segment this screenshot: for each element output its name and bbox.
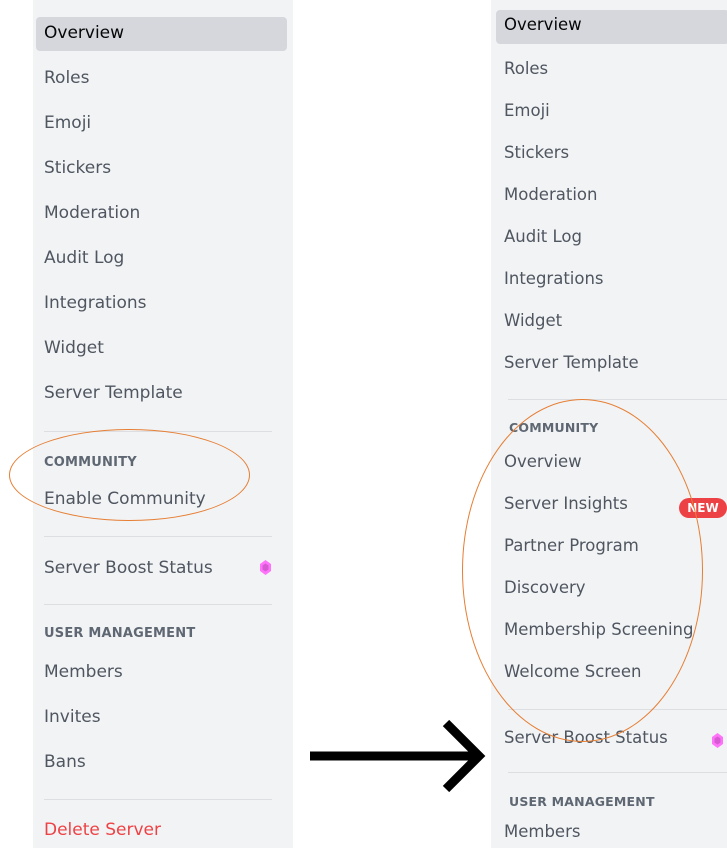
sidebar-item-integrations[interactable]: Integrations [36,287,287,321]
sidebar-item-roles[interactable]: Roles [36,62,287,96]
section-divider [44,431,272,432]
sidebar-item-invites[interactable]: Invites [36,701,287,735]
sidebar-item-server-boost-status[interactable]: Server Boost Status [36,552,287,586]
sidebar-item-label: Server Insights [504,494,628,513]
sidebar-item-discovery[interactable]: Discovery [496,573,727,607]
sidebar-item-members[interactable]: Members [496,817,727,848]
sidebar-item-enable-community[interactable]: Enable Community [36,483,287,517]
boost-gem-icon [260,560,271,575]
sidebar-item-moderation[interactable]: Moderation [496,180,727,214]
user-management-section-header: USER MANAGEMENT [509,794,655,809]
section-divider [44,604,272,605]
sidebar-item-audit-log[interactable]: Audit Log [36,242,287,276]
user-management-section-header: USER MANAGEMENT [44,626,196,641]
sidebar-item-widget[interactable]: Widget [36,332,287,366]
sidebar-item-integrations[interactable]: Integrations [496,264,727,298]
sidebar-item-overview[interactable]: Overview [496,10,727,44]
sidebar-item-stickers[interactable]: Stickers [36,152,287,186]
boost-gem-icon [712,733,723,748]
sidebar-item-welcome-screen[interactable]: Welcome Screen [496,657,727,691]
new-badge: NEW [679,498,727,518]
sidebar-item-moderation[interactable]: Moderation [36,197,287,231]
sidebar-item-roles[interactable]: Roles [496,54,727,88]
sidebar-item-stickers[interactable]: Stickers [496,138,727,172]
section-divider [44,536,272,537]
sidebar-item-audit-log[interactable]: Audit Log [496,222,727,256]
sidebar-item-label: Server Boost Status [504,728,668,747]
sidebar-item-members[interactable]: Members [36,656,287,690]
sidebar-item-bans[interactable]: Bans [36,746,287,780]
delete-server-button[interactable]: Delete Server [36,814,287,848]
sidebar-item-community-overview[interactable]: Overview [496,447,727,481]
sidebar-item-server-template[interactable]: Server Template [36,377,287,411]
section-divider [508,772,727,773]
settings-sidebar-after: Overview Roles Emoji Stickers Moderation… [491,0,727,848]
sidebar-item-emoji[interactable]: Emoji [36,107,287,141]
section-divider [508,399,727,400]
sidebar-item-server-template[interactable]: Server Template [496,348,727,382]
sidebar-item-emoji[interactable]: Emoji [496,96,727,130]
sidebar-item-widget[interactable]: Widget [496,306,727,340]
settings-sidebar-before: Overview Roles Emoji Stickers Moderation… [33,0,293,848]
sidebar-item-server-boost-status[interactable]: Server Boost Status [496,723,727,757]
community-section-header: COMMUNITY [509,420,599,435]
sidebar-item-label: Server Boost Status [44,558,213,578]
sidebar-item-overview[interactable]: Overview [36,17,287,51]
section-divider [44,799,272,800]
sidebar-item-partner-program[interactable]: Partner Program [496,531,727,565]
community-section-header: COMMUNITY [44,455,137,470]
sidebar-item-membership-screening[interactable]: Membership Screening [496,615,727,649]
section-divider [508,709,727,710]
